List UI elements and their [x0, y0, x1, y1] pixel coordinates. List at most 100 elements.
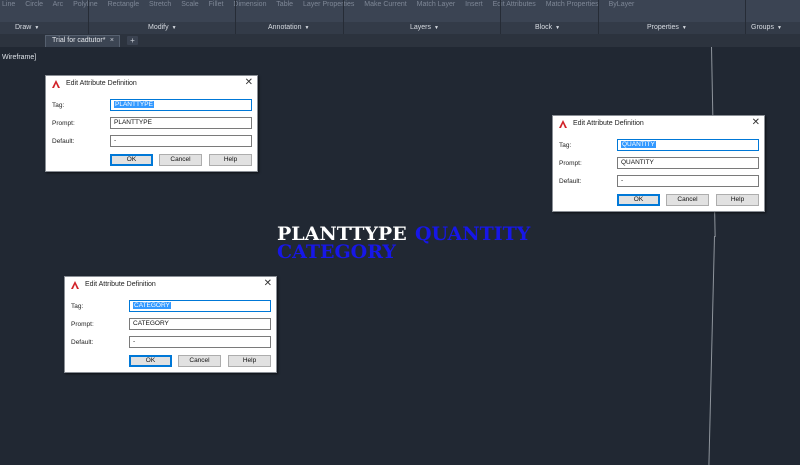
attribute-quantity-text[interactable]: QUANTITY	[415, 225, 530, 244]
panel-annotation[interactable]: Annotation ▼	[268, 22, 309, 34]
scale-tool[interactable]: Scale	[181, 1, 199, 8]
tag-input[interactable]: PLANTTYPE	[110, 99, 252, 111]
tag-label: Tag:	[71, 303, 84, 310]
panel-groups-label: Groups	[751, 24, 774, 31]
tag-value: QUANTITY	[621, 141, 656, 148]
layer-properties-tool[interactable]: Layer Properties	[303, 1, 354, 8]
panel-layers[interactable]: Layers ▼	[410, 22, 439, 34]
tag-value: PLANTTYPE	[114, 101, 154, 108]
attribute-category-text[interactable]: CATEGORY	[277, 243, 396, 262]
panel-groups[interactable]: Groups ▼	[751, 22, 782, 34]
panel-properties[interactable]: Properties ▼	[647, 22, 687, 34]
help-button[interactable]: Help	[228, 355, 271, 367]
default-label: Default:	[559, 178, 582, 185]
panel-properties-label: Properties	[647, 24, 679, 31]
default-input[interactable]: -	[129, 336, 271, 348]
close-icon[interactable]: ✕	[752, 117, 760, 128]
ok-button[interactable]: OK	[110, 154, 153, 166]
make-current-tool[interactable]: Make Current	[364, 1, 406, 8]
ok-button[interactable]: OK	[129, 355, 172, 367]
table-tool[interactable]: Table	[276, 1, 293, 8]
cancel-button[interactable]: Cancel	[666, 194, 709, 206]
autocad-logo-icon	[559, 120, 567, 128]
panel-divider	[745, 0, 746, 34]
visual-style-control[interactable]: Wireframe]	[2, 54, 36, 61]
caret-down-icon: ▼	[34, 25, 40, 31]
tag-input[interactable]: QUANTITY	[617, 139, 759, 151]
default-input[interactable]: -	[110, 135, 252, 147]
dialog-title-bar[interactable]: Edit Attribute Definition ✕	[553, 116, 764, 132]
match-layer-tool[interactable]: Match Layer	[417, 1, 456, 8]
ok-button[interactable]: OK	[617, 194, 660, 206]
caret-down-icon: ▼	[304, 25, 310, 31]
panel-draw-label: Draw	[15, 24, 32, 31]
polyline-tool[interactable]: Polyline	[73, 1, 98, 8]
autocad-logo-icon	[71, 281, 79, 289]
help-button[interactable]: Help	[716, 194, 759, 206]
insert-tool[interactable]: Insert	[465, 1, 483, 8]
panel-draw[interactable]: Draw ▼	[15, 22, 39, 34]
edit-attribute-dialog-planttype: Edit Attribute Definition ✕ Tag: PLANTTY…	[45, 75, 258, 172]
tab-trial-for-cadtutor[interactable]: Trial for cadtutor* ×	[45, 35, 120, 47]
caret-down-icon: ▼	[681, 25, 687, 31]
caret-down-icon: ▼	[555, 25, 561, 31]
ribbon: Line Circle Arc Polyline Rectangle Stret…	[0, 0, 800, 22]
prompt-label: Prompt:	[52, 120, 75, 127]
rectangle-tool[interactable]: Rectangle	[108, 1, 140, 8]
panel-annotation-label: Annotation	[268, 24, 302, 31]
panel-modify[interactable]: Modify ▼	[148, 22, 177, 34]
help-button[interactable]: Help	[209, 154, 252, 166]
tab-label: Trial for cadtutor*	[52, 37, 106, 44]
tag-value: CATEGORY	[133, 302, 171, 309]
dialog-title-bar[interactable]: Edit Attribute Definition ✕	[46, 76, 257, 92]
panel-block-label: Block	[535, 24, 553, 31]
panel-divider	[598, 0, 599, 34]
dialog-title: Edit Attribute Definition	[85, 281, 156, 288]
close-icon[interactable]: ×	[110, 37, 114, 44]
panel-divider	[500, 0, 501, 34]
panel-block[interactable]: Block ▼	[535, 22, 560, 34]
prompt-input[interactable]: CATEGORY	[129, 318, 271, 330]
drawing-line	[708, 235, 715, 465]
stretch-tool[interactable]: Stretch	[149, 1, 171, 8]
panel-divider	[343, 0, 344, 34]
dialog-title: Edit Attribute Definition	[573, 120, 644, 127]
autocad-logo-icon	[52, 80, 60, 88]
ribbon-tool-labels: Line Circle Arc Polyline Rectangle Stret…	[2, 1, 642, 15]
edit-attribute-dialog-category: Edit Attribute Definition ✕ Tag: CATEGOR…	[64, 276, 277, 373]
fillet-tool[interactable]: Fillet	[209, 1, 224, 8]
ribbon-panel-bar: Draw ▼ Modify ▼ Annotation ▼ Layers ▼ Block ▼…	[0, 0, 800, 34]
line-tool[interactable]: Line	[2, 1, 15, 8]
panel-layers-label: Layers	[410, 24, 432, 31]
close-icon[interactable]: ✕	[245, 77, 253, 88]
match-properties-tool[interactable]: Match Properties	[546, 1, 599, 8]
edit-attribute-dialog-quantity: Edit Attribute Definition ✕ Tag: QUANTIT…	[552, 115, 765, 212]
tag-input[interactable]: CATEGORY	[129, 300, 271, 312]
cancel-button[interactable]: Cancel	[178, 355, 221, 367]
bylayer-dropdown[interactable]: ByLayer	[609, 1, 635, 8]
prompt-input[interactable]: PLANTTYPE	[110, 117, 252, 129]
panel-divider	[88, 0, 89, 34]
tag-label: Tag:	[559, 142, 572, 149]
default-input[interactable]: -	[617, 175, 759, 187]
prompt-label: Prompt:	[71, 321, 94, 328]
caret-down-icon: ▼	[776, 25, 782, 31]
dimension-tool[interactable]: Dimension	[233, 1, 266, 8]
caret-down-icon: ▼	[171, 25, 177, 31]
new-tab-plus-icon[interactable]: +	[127, 36, 138, 45]
close-icon[interactable]: ✕	[264, 278, 272, 289]
dialog-title: Edit Attribute Definition	[66, 80, 137, 87]
cancel-button[interactable]: Cancel	[159, 154, 202, 166]
circle-tool[interactable]: Circle	[25, 1, 43, 8]
panel-divider	[235, 0, 236, 34]
panel-modify-label: Modify	[148, 24, 169, 31]
tag-label: Tag:	[52, 102, 65, 109]
document-tab-bar: Trial for cadtutor* × +	[0, 34, 800, 47]
dialog-title-bar[interactable]: Edit Attribute Definition ✕	[65, 277, 276, 293]
default-label: Default:	[52, 138, 75, 145]
default-label: Default:	[71, 339, 94, 346]
prompt-input[interactable]: QUANTITY	[617, 157, 759, 169]
prompt-label: Prompt:	[559, 160, 582, 167]
arc-tool[interactable]: Arc	[53, 1, 64, 8]
caret-down-icon: ▼	[434, 25, 439, 31]
